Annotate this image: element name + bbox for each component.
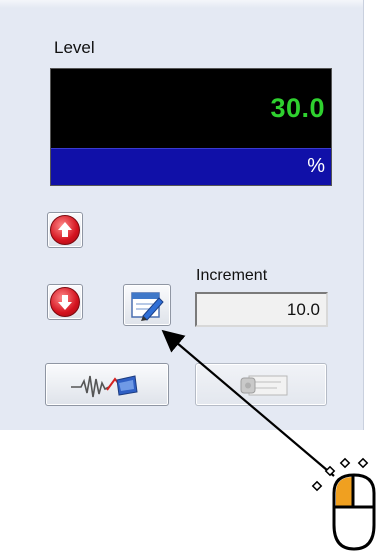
increment-field[interactable]: 10.0 [195, 292, 328, 327]
unit-bar: % [51, 148, 331, 185]
arrow-down-icon [50, 287, 80, 317]
waveform-icon [71, 374, 138, 397]
mouse-left-click-icon [311, 457, 376, 551]
edit-button[interactable] [123, 284, 171, 326]
level-unit: % [307, 155, 325, 177]
level-label: Level [54, 38, 95, 57]
increment-label: Increment [196, 267, 268, 284]
level-control-panel: Level 30.0 % Increment 10.0 [0, 0, 364, 430]
level-display: 30.0 % [50, 68, 332, 186]
decrease-level-button[interactable] [47, 284, 83, 320]
stage: Level 30.0 % Increment 10.0 [0, 0, 382, 553]
disabled-button[interactable] [195, 363, 327, 406]
panel-top-edge [0, 0, 363, 8]
level-value: 30.0 [270, 93, 325, 123]
disabled-slider-icon [240, 375, 288, 395]
arrow-up-icon [50, 215, 80, 245]
waveform-button[interactable] [45, 363, 169, 406]
edit-pencil-icon [131, 292, 164, 321]
increase-level-button[interactable] [47, 212, 83, 248]
